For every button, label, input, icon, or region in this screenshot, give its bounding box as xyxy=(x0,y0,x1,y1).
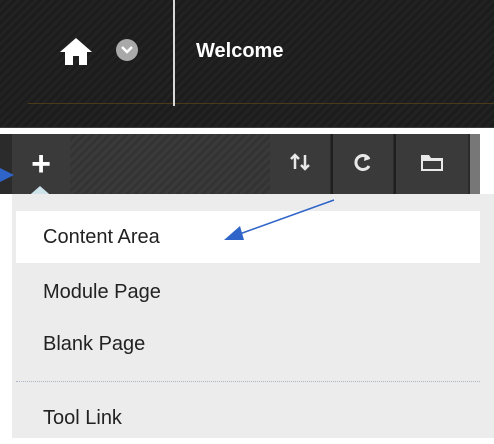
plus-icon: + xyxy=(31,144,51,183)
page-title: Welcome xyxy=(196,40,284,62)
menu-item-label: Module Page xyxy=(43,280,161,303)
toolbar-spacer xyxy=(70,134,270,194)
header-divider xyxy=(173,0,175,106)
manage-folders-button[interactable] xyxy=(396,134,468,194)
sort-button[interactable] xyxy=(270,134,330,194)
folder-icon xyxy=(420,152,444,177)
chevron-down-icon[interactable] xyxy=(116,39,138,61)
annotation-arrow-icon xyxy=(0,164,16,191)
refresh-icon xyxy=(352,151,374,178)
add-menu-item-button[interactable]: + xyxy=(12,134,70,194)
menu-item-label: Content Area xyxy=(43,225,160,248)
course-header: Welcome xyxy=(0,0,494,128)
refresh-button[interactable] xyxy=(333,134,393,194)
home-icon[interactable] xyxy=(58,35,94,67)
sort-icon xyxy=(289,151,311,178)
annotation-arrow-icon xyxy=(222,196,338,251)
menu-divider xyxy=(16,381,480,382)
menu-item-tool-link[interactable]: Tool Link xyxy=(16,392,480,444)
menu-item-label: Tool Link xyxy=(43,406,122,429)
menu-item-label: Blank Page xyxy=(43,332,146,355)
menu-item-module-page[interactable]: Module Page xyxy=(16,266,480,318)
toolbar-edge xyxy=(470,134,480,194)
course-menu-toolbar xyxy=(0,134,480,194)
menu-item-blank-page[interactable]: Blank Page xyxy=(16,318,480,370)
